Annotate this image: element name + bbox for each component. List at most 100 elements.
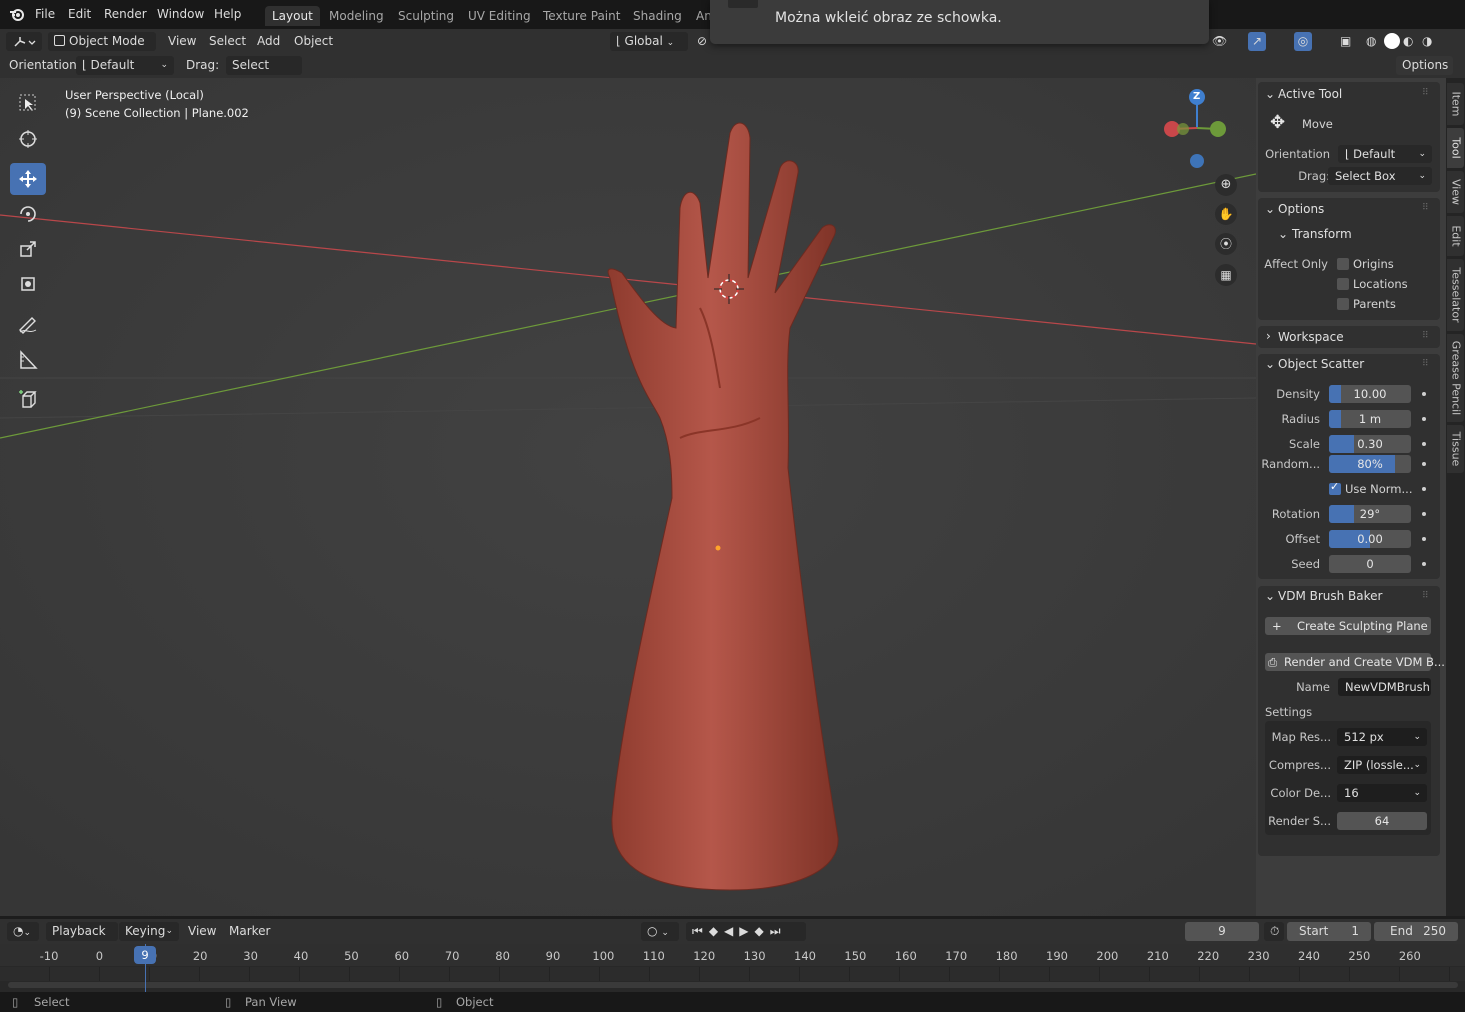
tab-texture-paint[interactable]: Texture Paint <box>536 6 627 26</box>
camera-view-icon[interactable]: ⦿ <box>1215 233 1237 255</box>
keyframe-dot[interactable] <box>1422 462 1426 466</box>
origins-checkbox[interactable] <box>1337 258 1349 270</box>
keyframe-dot[interactable] <box>1422 562 1426 566</box>
menu-select[interactable]: Select <box>209 32 246 51</box>
locations-checkbox[interactable] <box>1337 278 1349 290</box>
menu-file[interactable]: File <box>35 7 55 21</box>
tab-edit[interactable]: Edit <box>1447 216 1464 256</box>
scale-field[interactable]: 0.30 <box>1329 435 1411 453</box>
timeline-marker-menu[interactable]: Marker <box>229 922 270 941</box>
orientation-dropdown[interactable]: ⌊ Default ⌄ <box>1338 145 1432 163</box>
timeline-view-menu[interactable]: View <box>188 922 216 941</box>
radius-field[interactable]: 1 m <box>1329 410 1411 428</box>
current-frame-field[interactable]: 9 <box>1185 922 1259 941</box>
color-depth-dropdown[interactable]: 16 ⌄ <box>1337 784 1427 802</box>
drag-dropdown[interactable]: Select Box⌄ <box>226 56 302 91</box>
transform-orientation-dropdown[interactable]: ⌊ Global ⌄ <box>610 32 688 51</box>
menu-add[interactable]: Add <box>257 32 280 51</box>
wireframe-shading-icon[interactable]: ◍ <box>1366 32 1376 51</box>
drag-handle-icon[interactable]: ⠿ <box>1422 203 1429 213</box>
options-dropdown[interactable]: Options <box>1396 56 1453 75</box>
rotation-field[interactable]: 29° <box>1329 505 1411 523</box>
menu-window[interactable]: Window <box>157 7 204 21</box>
end-frame-field[interactable]: End 250 <box>1374 922 1458 941</box>
tab-tool[interactable]: Tool <box>1447 128 1464 168</box>
create-sculpting-plane-button[interactable]: + Create Sculpting Plane <box>1265 617 1431 635</box>
tab-layout[interactable]: Layout <box>265 6 320 26</box>
drag-dropdown[interactable]: Select Box⌄ <box>1328 167 1432 185</box>
menu-edit[interactable]: Edit <box>68 7 91 21</box>
timeline-ruler[interactable]: -100102030405060708090100110120130140150… <box>0 944 1465 966</box>
drag-handle-icon[interactable]: ⠿ <box>1422 331 1429 341</box>
keyframe-dot[interactable] <box>1422 392 1426 396</box>
viewport-canvas[interactable] <box>0 78 1256 916</box>
keyframe-dot[interactable] <box>1422 487 1426 491</box>
drag-handle-icon[interactable]: ⠿ <box>1422 359 1429 369</box>
keyframe-dot[interactable] <box>1422 512 1426 516</box>
rotate-tool[interactable] <box>10 198 46 230</box>
ortho-grid-icon[interactable]: ▦ <box>1215 264 1237 286</box>
tab-shading[interactable]: Shading <box>626 6 689 26</box>
timeline-area[interactable]: -100102030405060708090100110120130140150… <box>0 944 1465 992</box>
play-icon[interactable]: ▶ <box>739 924 754 938</box>
keyframe-dot[interactable] <box>1422 417 1426 421</box>
map-res-dropdown[interactable]: 512 px ⌄ <box>1337 728 1427 746</box>
3d-viewport[interactable]: Z User Perspective (Local) (9) Scene Col… <box>0 78 1256 916</box>
scale-tool[interactable] <box>10 233 46 265</box>
seed-field[interactable]: 0 <box>1329 555 1411 573</box>
offset-field[interactable]: 0.00 <box>1329 530 1411 548</box>
move-tool[interactable] <box>10 163 46 195</box>
pivot-icon[interactable]: ⊘ <box>697 32 707 51</box>
tab-uv-editing[interactable]: UV Editing <box>461 6 538 26</box>
keyframe-dot[interactable] <box>1422 537 1426 541</box>
menu-object[interactable]: Object <box>294 32 333 51</box>
tab-tissue[interactable]: Tissue <box>1447 425 1464 473</box>
next-keyframe-icon[interactable]: ◆ <box>755 924 770 938</box>
annotate-tool[interactable] <box>10 308 46 340</box>
rendered-shading-icon[interactable]: ◑ <box>1422 32 1432 51</box>
use-normal-checkbox[interactable]: ✓ <box>1329 480 1341 495</box>
add-cube-tool[interactable] <box>10 383 46 415</box>
compress-dropdown[interactable]: ZIP (lossle... ⌄ <box>1337 756 1427 774</box>
tab-tesselator[interactable]: Tesselator <box>1447 259 1464 331</box>
tab-modeling[interactable]: Modeling <box>322 6 391 26</box>
drag-handle-icon[interactable]: ⠿ <box>1422 591 1429 601</box>
chevron-down-icon[interactable]: ⌄ <box>1265 357 1275 371</box>
overlay-toggle-icon[interactable]: ◎ <box>1294 32 1312 51</box>
playback-controls[interactable]: ⏮◆◀▶◆⏭ <box>686 922 806 941</box>
menu-view[interactable]: View <box>168 32 196 51</box>
render-samples-field[interactable]: 64 <box>1337 812 1427 830</box>
menu-render[interactable]: Render <box>104 7 147 21</box>
select-box-tool[interactable] <box>10 87 46 119</box>
chevron-down-icon[interactable]: ⌄ <box>1265 589 1275 603</box>
solid-shading-icon[interactable] <box>1384 33 1400 49</box>
keyframe-dot[interactable] <box>1422 442 1426 446</box>
keying-dropdown[interactable]: Keying ⌄ <box>119 922 179 941</box>
measure-tool[interactable] <box>10 344 46 376</box>
mode-dropdown[interactable]: Object Mode ⌄ <box>48 32 156 67</box>
jump-end-icon[interactable]: ⏭ <box>770 924 787 938</box>
chevron-down-icon[interactable]: ⌄ <box>1265 202 1275 216</box>
workspace-title[interactable]: Workspace <box>1278 330 1344 344</box>
playhead-frame-badge[interactable]: 9 <box>134 946 156 964</box>
transform-title[interactable]: Transform <box>1292 227 1352 241</box>
menu-help[interactable]: Help <box>214 7 241 21</box>
random-field[interactable]: 80% <box>1329 455 1411 473</box>
visibility-icon[interactable]: 👁 <box>1212 32 1227 51</box>
object-scatter-title[interactable]: Object Scatter <box>1278 357 1364 371</box>
timeline-editor-type-dropdown[interactable]: ◔⌄ <box>7 922 39 941</box>
active-tool-title[interactable]: Active Tool <box>1278 87 1342 101</box>
density-field[interactable]: 10.00 <box>1329 385 1411 403</box>
tab-sculpting[interactable]: Sculpting <box>391 6 461 26</box>
preview-range-icon[interactable]: ⏱ <box>1264 922 1284 941</box>
render-create-vdm-button[interactable]: ⎙ Render and Create VDM B... <box>1265 653 1445 671</box>
cursor-tool[interactable] <box>10 123 46 155</box>
xray-icon[interactable]: ▣ <box>1340 32 1351 51</box>
tab-item[interactable]: Item <box>1447 83 1464 125</box>
timeline-track[interactable] <box>0 967 1465 981</box>
chevron-right-icon[interactable]: › <box>1266 329 1271 343</box>
playback-dropdown[interactable]: Playback⌄ <box>46 922 118 955</box>
gizmo-toggle-icon[interactable]: ↗ <box>1248 32 1266 51</box>
jump-start-icon[interactable]: ⏮ <box>692 924 709 938</box>
timeline-scrollbar[interactable] <box>8 982 1458 988</box>
